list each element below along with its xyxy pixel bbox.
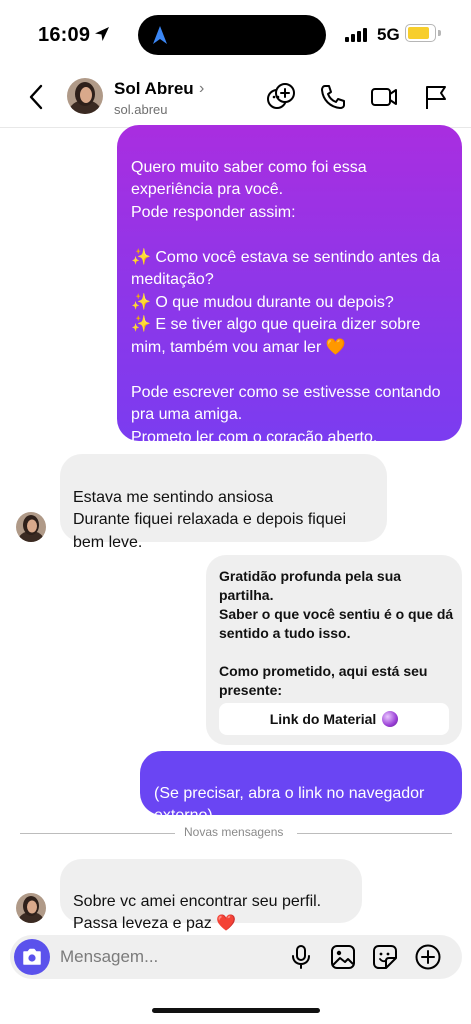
chevron-right-icon[interactable]: › bbox=[199, 80, 204, 98]
location-arrow-icon bbox=[95, 27, 109, 41]
material-link-button[interactable]: Link do Material bbox=[219, 703, 449, 735]
contact-name[interactable]: Sol Abreu bbox=[114, 79, 194, 99]
contact-handle: sol.abreu bbox=[114, 102, 168, 117]
status-time: 16:09 bbox=[38, 24, 91, 46]
plus-icon[interactable] bbox=[414, 943, 442, 971]
battery-tip bbox=[438, 30, 441, 36]
camera-icon bbox=[23, 948, 41, 965]
sender-avatar[interactable] bbox=[16, 512, 46, 542]
gallery-icon[interactable] bbox=[329, 943, 357, 971]
sticker-icon[interactable] bbox=[371, 943, 399, 971]
dynamic-island bbox=[138, 15, 326, 55]
message-sent[interactable]: (Se precisar, abra o link no navegador e… bbox=[140, 751, 462, 824]
chat-header: Sol Abreu › sol.abreu bbox=[0, 66, 471, 128]
message-received[interactable]: Sobre vc amei encontrar seu perfil. Pass… bbox=[60, 859, 362, 932]
divider-line-right bbox=[297, 833, 452, 834]
flag-icon[interactable] bbox=[421, 82, 451, 112]
message-text: Quero muito saber como foi essa experiên… bbox=[131, 158, 441, 446]
divider-line-left bbox=[20, 833, 175, 834]
navigation-icon bbox=[153, 26, 167, 44]
video-icon[interactable] bbox=[369, 82, 399, 112]
message-received[interactable]: Estava me sentindo ansiosa Durante fique… bbox=[60, 454, 387, 551]
camera-button[interactable] bbox=[14, 939, 50, 975]
link-label: Link do Material bbox=[269, 711, 377, 727]
battery-icon bbox=[405, 24, 436, 42]
add-people-icon[interactable] bbox=[266, 82, 296, 112]
message-sent[interactable]: Quero muito saber como foi essa experiên… bbox=[117, 125, 462, 446]
message-text: (Se precisar, abra o link no navegador e… bbox=[154, 784, 425, 825]
avatar[interactable] bbox=[67, 78, 103, 114]
home-indicator[interactable] bbox=[152, 1008, 320, 1013]
sender-avatar[interactable] bbox=[16, 893, 46, 923]
microphone-icon[interactable] bbox=[287, 943, 315, 971]
message-composer bbox=[10, 935, 462, 979]
message-card[interactable]: Gratidão profunda pela sua partilha. Sab… bbox=[206, 555, 462, 745]
new-messages-divider: Novas mensagens bbox=[184, 825, 284, 839]
back-icon[interactable] bbox=[24, 83, 50, 111]
message-text: Sobre vc amei encontrar seu perfil. Pass… bbox=[73, 892, 322, 933]
message-text: Estava me sentindo ansiosa Durante fique… bbox=[73, 488, 347, 551]
signal-icon bbox=[345, 28, 369, 42]
card-text: Gratidão profunda pela sua partilha. Sab… bbox=[219, 568, 454, 698]
phone-icon[interactable] bbox=[318, 82, 348, 112]
message-input[interactable] bbox=[60, 944, 270, 970]
network-type: 5G bbox=[377, 25, 400, 44]
status-bar: 16:09 5G bbox=[0, 0, 471, 66]
crystal-ball-icon bbox=[382, 711, 399, 727]
